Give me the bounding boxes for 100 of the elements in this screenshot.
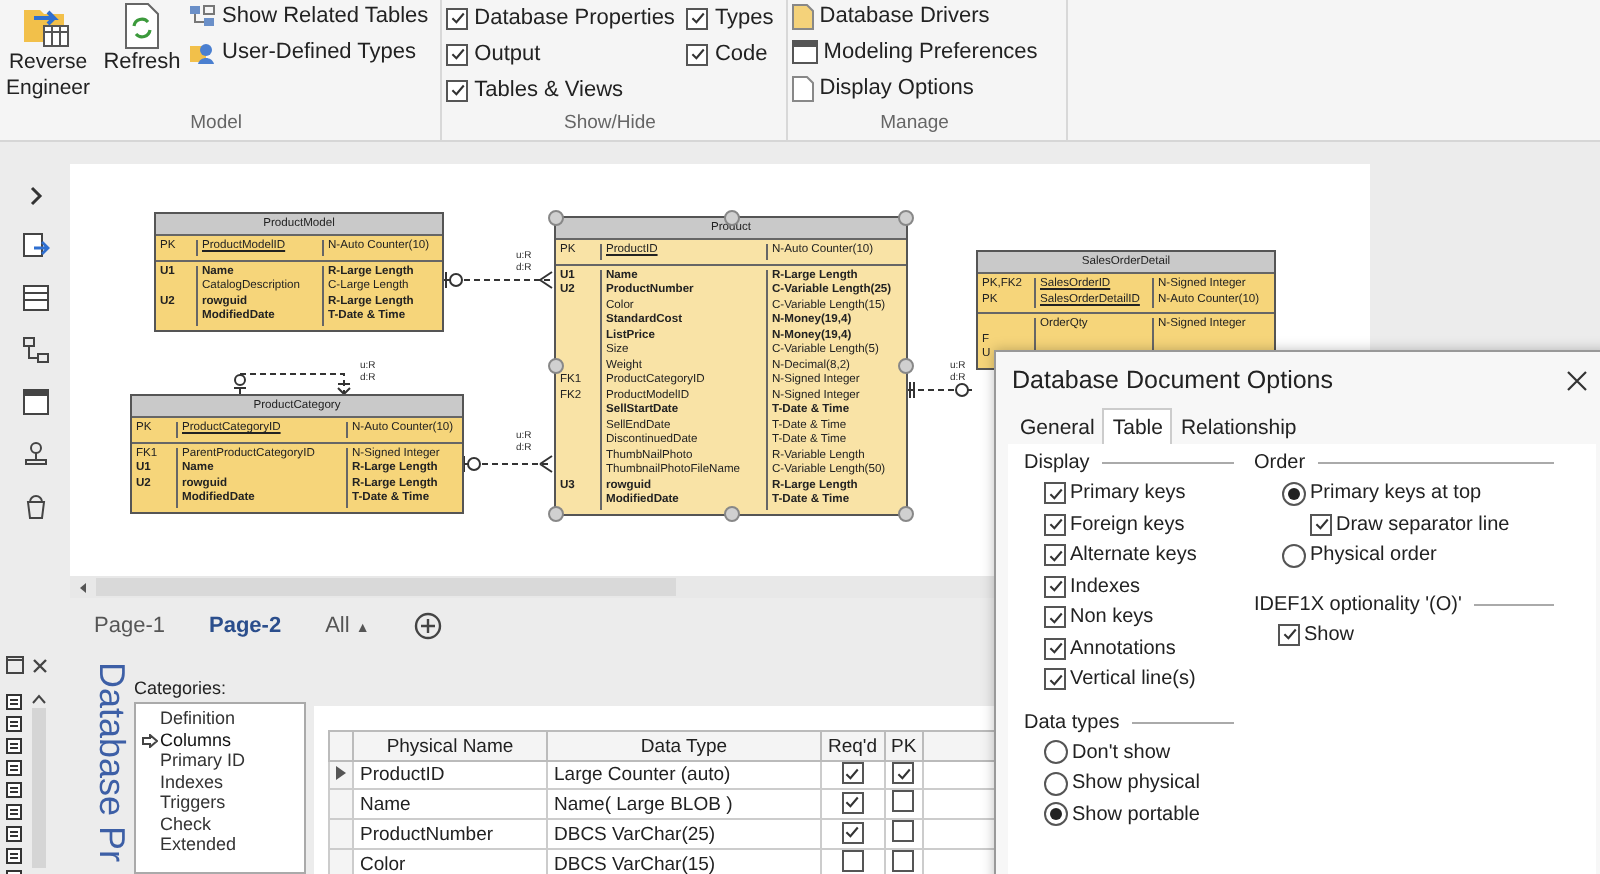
checkbox[interactable] (1044, 606, 1066, 628)
bucket-icon[interactable] (21, 492, 49, 520)
checkbox[interactable] (446, 7, 469, 29)
export-icon[interactable] (21, 232, 49, 260)
checkbox[interactable] (892, 790, 915, 812)
reverse-engineer-button[interactable]: Reverse Engineer (0, 2, 96, 112)
checkbox[interactable] (892, 762, 915, 785)
close-icon[interactable] (32, 657, 48, 673)
list-item-icon[interactable] (6, 804, 22, 820)
checkbox-label: Code (714, 42, 768, 66)
category-item[interactable]: Triggers (140, 792, 304, 813)
dialog-tab[interactable]: Table (1102, 408, 1173, 444)
checkbox-label: Types (714, 6, 774, 30)
selection-handle[interactable] (548, 357, 564, 374)
checkbox[interactable] (1044, 668, 1066, 690)
manage-menu-item[interactable]: Database Drivers (791, 2, 1038, 30)
group-label: Data types (1024, 711, 1120, 733)
checkbox[interactable] (892, 850, 915, 872)
selection-handle[interactable] (548, 210, 564, 226)
checkbox-label: Non keys (1070, 606, 1154, 628)
list-item-icon[interactable] (6, 826, 22, 842)
close-icon[interactable] (1566, 369, 1588, 391)
checkbox[interactable] (1044, 544, 1066, 566)
checkbox[interactable] (1044, 637, 1066, 659)
dialog-tab[interactable]: General (1012, 408, 1103, 444)
radio-button[interactable] (1282, 543, 1306, 567)
table-cell[interactable]: Large Counter (auto) (547, 761, 821, 789)
entity-table[interactable] (554, 216, 908, 515)
radio-button[interactable] (1044, 771, 1068, 795)
scrollbar-thumb[interactable] (96, 578, 676, 596)
page-tab[interactable]: Page-2 (208, 614, 282, 638)
manage-menu-item[interactable]: Display Options (791, 74, 1038, 102)
list-item-icon[interactable] (6, 738, 22, 754)
list-item-icon[interactable] (6, 716, 22, 732)
relationship-line[interactable] (907, 381, 973, 399)
refresh-button[interactable]: Refresh (104, 2, 180, 112)
selection-handle[interactable] (898, 210, 914, 226)
checkbox[interactable] (892, 820, 915, 842)
checkbox[interactable] (1044, 482, 1066, 504)
radio-button[interactable] (1044, 802, 1068, 826)
radio-label: Show portable (1072, 803, 1200, 825)
category-item[interactable]: Definition (140, 708, 304, 729)
categories-list[interactable]: Definition Columns Primary ID Indexes Triggers Check Extended (134, 702, 306, 874)
category-item[interactable]: Primary ID (140, 750, 304, 771)
checkbox[interactable] (1278, 623, 1300, 645)
table-cell[interactable]: Name (353, 789, 547, 819)
document-icon (791, 3, 814, 29)
radio-button[interactable] (1282, 481, 1306, 505)
page-tab[interactable]: Page-1 (94, 614, 165, 638)
category-item[interactable]: Extended (140, 834, 304, 855)
add-page-icon[interactable] (413, 612, 442, 640)
relationship-line[interactable] (233, 373, 351, 396)
stamp-icon[interactable] (21, 440, 49, 468)
checkbox[interactable] (841, 821, 864, 844)
selection-handle[interactable] (898, 505, 914, 521)
restore-window-icon[interactable] (6, 656, 24, 674)
checkbox[interactable] (446, 43, 469, 65)
checkbox[interactable] (446, 79, 469, 101)
relationship-line[interactable] (461, 455, 553, 473)
category-item[interactable]: Columns (140, 729, 304, 750)
column-header[interactable]: PK (884, 731, 924, 761)
checkbox[interactable] (1044, 575, 1066, 597)
window-icon[interactable] (21, 388, 49, 416)
table-icon[interactable] (21, 284, 49, 312)
checkbox[interactable] (841, 791, 864, 814)
list-item-icon[interactable] (6, 782, 22, 798)
selection-handle[interactable] (723, 210, 739, 226)
radio-button[interactable] (1044, 740, 1068, 764)
category-item[interactable]: Indexes (140, 771, 304, 792)
relationship-line[interactable] (443, 271, 553, 289)
dialog-tab[interactable]: Relationship (1172, 408, 1305, 444)
radio-label: Show physical (1072, 772, 1200, 794)
connector-icon[interactable] (21, 336, 49, 364)
manage-menu-item[interactable]: Modeling Preferences (791, 38, 1038, 66)
checkbox[interactable] (1044, 513, 1066, 535)
scroll-up-icon[interactable] (32, 694, 46, 704)
checkbox[interactable] (686, 43, 709, 65)
selection-handle[interactable] (723, 505, 739, 521)
checkbox[interactable] (841, 762, 864, 785)
category-item[interactable]: Check (140, 813, 304, 834)
table-cell[interactable]: Name( Large BLOB ) (547, 789, 821, 819)
table-cell[interactable]: DBCS VarChar(25) (547, 819, 821, 849)
selection-handle[interactable] (548, 505, 564, 521)
table-cell[interactable]: ProductNumber (353, 819, 547, 849)
column-header[interactable]: Data Type (547, 731, 821, 761)
checkbox[interactable] (1310, 513, 1332, 535)
table-cell[interactable]: ProductID (353, 761, 547, 789)
selection-handle[interactable] (898, 357, 914, 374)
list-item-icon[interactable] (6, 694, 22, 710)
column-header[interactable]: Physical Name (353, 731, 547, 761)
list-item-icon[interactable] (6, 848, 22, 864)
user-defined-types-button[interactable]: User-Defined Types (188, 38, 429, 66)
checkbox-label: Foreign keys (1070, 513, 1185, 535)
checkbox-label: Annotations (1070, 637, 1176, 659)
column-header[interactable]: Req'd (821, 731, 885, 761)
checkbox[interactable] (686, 7, 709, 29)
radio-label: Don't show (1072, 741, 1171, 763)
checkbox[interactable] (841, 850, 864, 872)
show-related-tables-button[interactable]: Show Related Tables (188, 2, 429, 30)
list-item-icon[interactable] (6, 760, 22, 776)
